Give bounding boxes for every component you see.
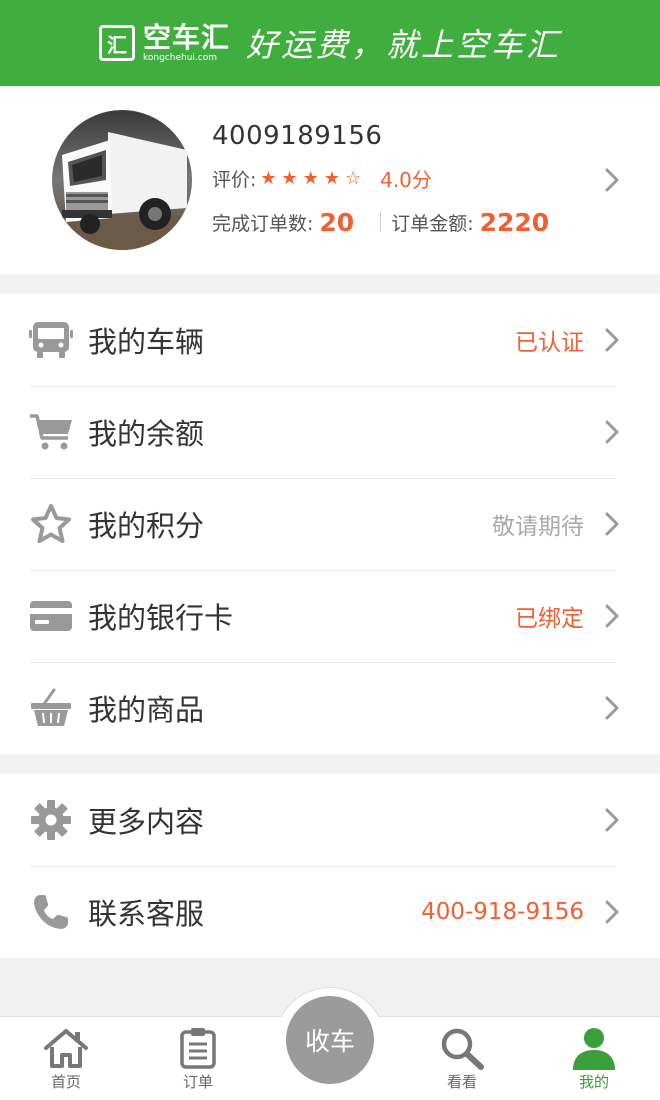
tab-label: 看看 bbox=[446, 1073, 477, 1091]
menu-group-account: 我的车辆 已认证 我的余额 我的积分 敬请期待 我的银行卡 已绑定 我的商品 bbox=[0, 294, 660, 754]
menu-item-label: 我的积分 bbox=[88, 509, 205, 543]
rating-score: 4.0分 bbox=[380, 167, 432, 192]
stats-row: 完成订单数: 20 订单金额: 2220 bbox=[212, 200, 549, 244]
bus-icon bbox=[28, 317, 74, 363]
basket-icon bbox=[28, 685, 74, 731]
menu-item-my-bank-card[interactable]: 我的银行卡 已绑定 bbox=[0, 570, 660, 662]
receive-car-button[interactable]: 收车 bbox=[286, 996, 374, 1084]
menu-item-label: 我的商品 bbox=[88, 693, 205, 727]
orders-value: 20 bbox=[319, 207, 355, 237]
tab-receive-car[interactable]: 收车 bbox=[264, 996, 396, 1100]
chevron-right-icon bbox=[605, 512, 619, 536]
logo-mark: 汇 bbox=[98, 25, 135, 61]
home-icon bbox=[43, 1025, 89, 1071]
stats-divider bbox=[380, 212, 382, 232]
app-header: 汇 空车汇 kongchehui.com 好运费，就上空车汇 bbox=[0, 0, 660, 86]
tab-home[interactable]: 首页 bbox=[0, 1017, 132, 1100]
menu-item-contact-support[interactable]: 联系客服 400-918-9156 bbox=[0, 866, 660, 958]
bank-card-status: 已绑定 bbox=[515, 606, 584, 632]
menu-item-my-balance[interactable]: 我的余额 bbox=[0, 386, 660, 478]
bottom-tab-bar: 首页 订单 收车 看看 我的 bbox=[0, 987, 660, 1100]
chevron-right-icon bbox=[605, 808, 619, 832]
star-icon bbox=[28, 501, 74, 547]
menu-item-label: 我的银行卡 bbox=[88, 601, 234, 635]
logo-domain: kongchehui.com bbox=[142, 52, 217, 63]
header-slogan: 好运费，就上空车汇 bbox=[246, 26, 562, 64]
clipboard-icon bbox=[179, 1025, 217, 1071]
menu-item-my-points[interactable]: 我的积分 敬请期待 bbox=[0, 478, 660, 570]
points-status: 敬请期待 bbox=[492, 514, 584, 540]
avatar bbox=[52, 110, 192, 250]
vehicle-status: 已认证 bbox=[515, 330, 584, 356]
cart-icon bbox=[28, 409, 74, 455]
menu-item-my-products[interactable]: 我的商品 bbox=[0, 662, 660, 754]
chevron-right-icon bbox=[605, 604, 619, 628]
menu-item-label: 我的余额 bbox=[88, 417, 205, 451]
app-logo: 汇 空车汇 kongchehui.com bbox=[98, 20, 230, 63]
menu-item-my-vehicle[interactable]: 我的车辆 已认证 bbox=[0, 294, 660, 386]
tab-orders[interactable]: 订单 bbox=[132, 1017, 264, 1100]
menu-item-more-content[interactable]: 更多内容 bbox=[0, 774, 660, 866]
chevron-right-icon bbox=[605, 328, 619, 352]
support-phone-number[interactable]: 400-918-9156 bbox=[421, 899, 584, 925]
amount-label: 订单金额: bbox=[391, 212, 474, 235]
menu-item-label: 我的车辆 bbox=[88, 325, 205, 359]
amount-value: 2220 bbox=[479, 207, 550, 237]
tab-mine[interactable]: 我的 bbox=[528, 1017, 660, 1100]
gear-icon bbox=[28, 797, 74, 843]
orders-label: 完成订单数: bbox=[212, 212, 314, 235]
search-icon bbox=[439, 1025, 485, 1071]
profile-card[interactable]: 4009189156 评价: ★★★★☆ 4.0分 完成订单数: 20 订单金额… bbox=[0, 86, 660, 274]
menu-group-support: 更多内容 联系客服 400-918-9156 bbox=[0, 774, 660, 958]
tab-label: 我的 bbox=[578, 1073, 609, 1091]
rating-label: 评价: bbox=[212, 168, 257, 191]
tab-label: 首页 bbox=[50, 1073, 81, 1091]
bank-card-icon bbox=[28, 593, 74, 639]
chevron-right-icon bbox=[605, 420, 619, 444]
chevron-right-icon bbox=[605, 168, 619, 192]
chevron-right-icon bbox=[605, 696, 619, 720]
logo-text: 空车汇 bbox=[142, 20, 230, 54]
user-phone: 4009189156 bbox=[212, 121, 383, 151]
chevron-right-icon bbox=[605, 900, 619, 924]
tab-label: 订单 bbox=[182, 1073, 213, 1091]
user-icon bbox=[570, 1025, 618, 1071]
tab-browse[interactable]: 看看 bbox=[396, 1017, 528, 1100]
menu-item-label: 联系客服 bbox=[88, 897, 205, 931]
rating-stars-icon: ★★★★☆ bbox=[260, 167, 367, 189]
rating-row: 评价: ★★★★☆ 4.0分 bbox=[212, 156, 549, 200]
phone-icon bbox=[28, 889, 74, 935]
menu-item-label: 更多内容 bbox=[88, 805, 205, 839]
